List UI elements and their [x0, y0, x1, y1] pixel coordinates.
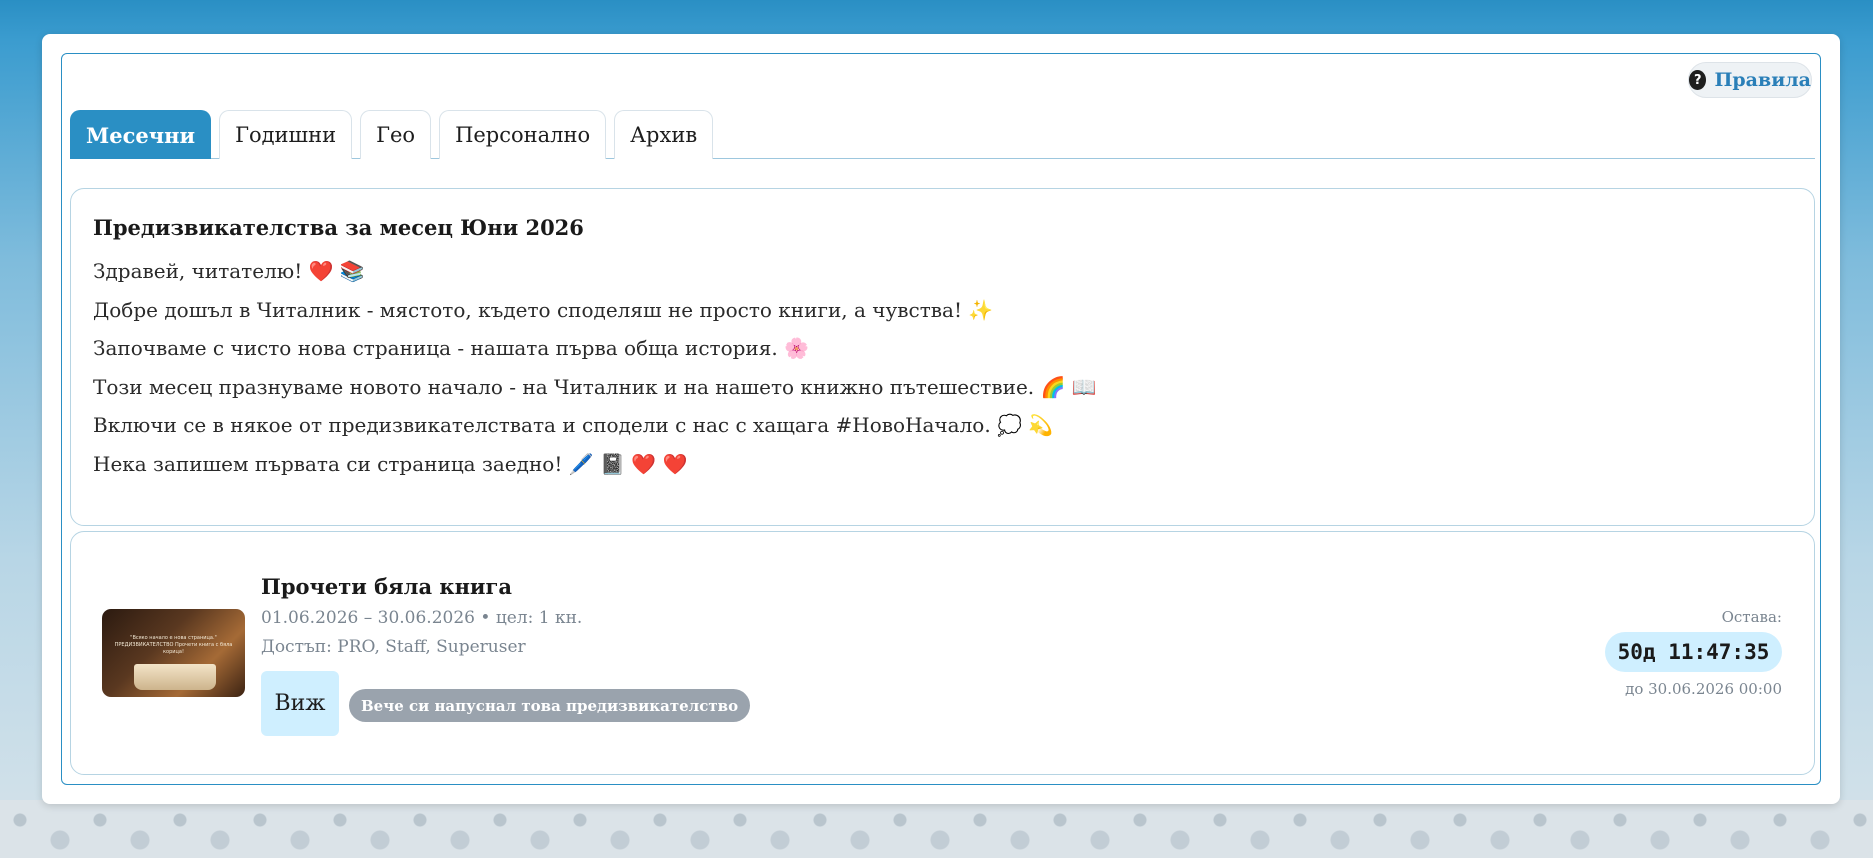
main-card: ? Правила Месечни Годишни Гео Персонално… [42, 34, 1840, 804]
intro-line: Включи се в някое от предизвикателствата… [93, 413, 1054, 437]
intro-line: Здравей, читателю! ❤️ 📚 [93, 259, 365, 283]
intro-line: Този месец празнуваме новото начало - на… [93, 374, 1097, 399]
monthly-intro: Предизвикателства за месец Юни 2026 Здра… [70, 188, 1815, 526]
intro-line: Започваме с чисто нова страница - нашата… [93, 336, 809, 360]
view-button[interactable]: Виж [261, 671, 339, 736]
thumbnail-caption: "Всяко начало е нова страница." ПРЕДИЗВИ… [114, 635, 233, 655]
challenge-title: Прочети бяла книга [261, 574, 512, 599]
challenge-access: Достъп: PRO, Staff, Superuser [261, 637, 526, 657]
challenge-card: "Всяко начало е нова страница." ПРЕДИЗВИ… [70, 531, 1815, 775]
intro-line: Добре дошъл в Читалник - мястото, където… [93, 297, 994, 322]
remaining-label: Остава: [1721, 608, 1782, 626]
intro-line: Нека запишем първата си страница заедно!… [93, 451, 688, 476]
tab-bar: Месечни Годишни Гео Персонално Архив [70, 110, 1815, 159]
open-book-icon [134, 664, 216, 690]
countdown-timer: 50д 11:47:35 [1605, 632, 1782, 672]
tab-yearly[interactable]: Годишни [219, 110, 353, 159]
tab-personal[interactable]: Персонално [439, 110, 607, 159]
tab-archive[interactable]: Архив [614, 110, 714, 159]
challenge-dates: 01.06.2026 – 30.06.2026 • цел: 1 кн. [261, 608, 583, 628]
tab-monthly[interactable]: Месечни [70, 110, 212, 159]
background-pattern [0, 800, 1873, 858]
rules-button[interactable]: ? Правила [1688, 62, 1812, 98]
tab-geo[interactable]: Гео [360, 110, 432, 159]
intro-title: Предизвикателства за месец Юни 2026 [93, 215, 584, 240]
rules-label: Правила [1714, 69, 1811, 91]
status-badge: Вече си напуснал това предизвикателство [349, 689, 751, 722]
challenges-panel: ? Правила Месечни Годишни Гео Персонално… [61, 53, 1821, 785]
deadline-text: до 30.06.2026 00:00 [1625, 680, 1782, 698]
challenge-thumbnail: "Всяко начало е нова страница." ПРЕДИЗВИ… [102, 609, 245, 697]
question-circle-icon: ? [1689, 70, 1707, 90]
